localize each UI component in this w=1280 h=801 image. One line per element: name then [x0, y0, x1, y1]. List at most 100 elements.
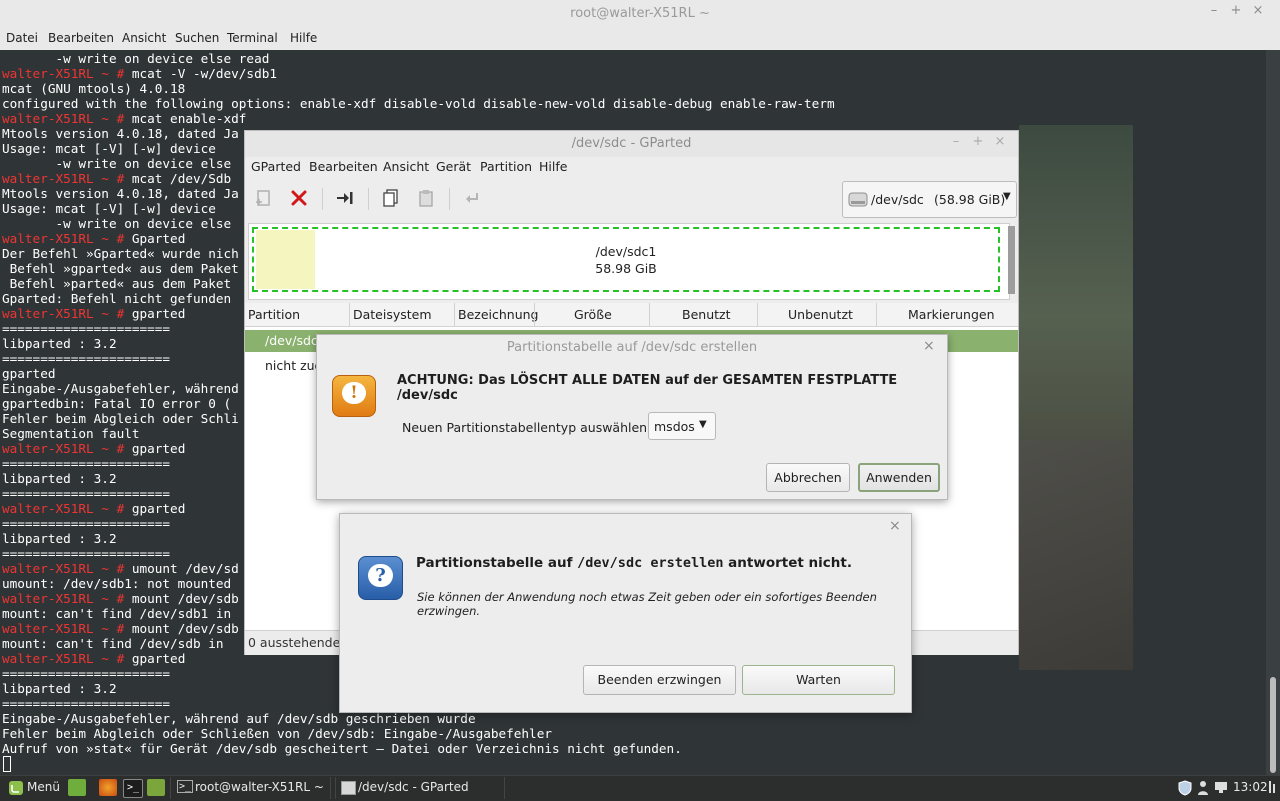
terminal-prompt: walter-X51RL ~ # [2, 561, 125, 576]
firefox-icon[interactable] [99, 779, 117, 796]
clock[interactable]: 13:02 [1233, 780, 1268, 794]
terminal-prompt: walter-X51RL ~ # [2, 111, 125, 126]
paste-icon[interactable] [415, 188, 437, 210]
menu-bearbeiten[interactable]: Bearbeiten [48, 31, 114, 45]
graph-scrollbar[interactable] [1008, 226, 1015, 294]
harddisk-icon [847, 188, 869, 213]
terminal-text: Usage: mcat [-V] [-w] device [2, 141, 216, 156]
force-quit-button[interactable]: Beenden erzwingen [583, 665, 736, 695]
copy-icon[interactable] [380, 188, 402, 210]
menu-partition[interactable]: Partition [480, 159, 532, 174]
terminal-text: Mtools version 4.0.18, dated Ja [2, 126, 239, 141]
menu-hilfe[interactable]: Hilfe [290, 31, 317, 45]
terminal-text: ====================== [2, 666, 171, 681]
network-icon[interactable] [1214, 780, 1228, 799]
menu-bearbeiten[interactable]: Bearbeiten [309, 159, 378, 174]
start-menu-button[interactable]: Menü [27, 780, 60, 794]
menu-geraet[interactable]: Gerät [436, 159, 471, 174]
menu-suchen[interactable]: Suchen [175, 31, 219, 45]
task-label: root@walter-X51RL ~ [195, 780, 324, 794]
terminal-text: gparted [124, 441, 186, 456]
menu-hilfe[interactable]: Hilfe [539, 159, 567, 174]
maximize-button[interactable]: + [967, 134, 989, 149]
not-responding-message: Sie können der Anwendung noch etwas Zeit… [417, 590, 877, 618]
terminal-text: Gparted: Befehl nicht gefunden [2, 291, 232, 306]
terminal-text: libparted : 3.2 [2, 471, 117, 486]
column-header[interactable]: Dateisystem [353, 307, 432, 322]
chevron-down-icon: ▼ [699, 419, 707, 430]
terminal-cursor [3, 756, 11, 772]
wait-button[interactable]: Warten [742, 665, 895, 695]
column-header[interactable]: Markierungen [908, 307, 995, 322]
files-icon[interactable] [147, 779, 165, 796]
terminal-text: ====================== [2, 696, 171, 711]
terminal-text: ====================== [2, 546, 171, 561]
terminal-output-line: -w write on device else read [2, 51, 835, 66]
column-header[interactable]: Partition [248, 307, 300, 322]
cancel-button[interactable]: Abbrechen [766, 463, 850, 492]
task-terminal[interactable]: >_ root@walter-X51RL ~ [170, 777, 331, 799]
terminal-prompt: walter-X51RL ~ # [2, 171, 125, 186]
terminal-launcher-icon[interactable]: >_ [123, 779, 143, 798]
terminal-text: Befehl »gparted« aus dem Paket [2, 261, 239, 276]
desktop-background-house [1019, 440, 1133, 670]
terminal-output-line: Fehler beim Abgleich oder Schließen von … [2, 726, 835, 741]
toolbar-separator [368, 188, 369, 210]
menu-ansicht[interactable]: Ansicht [383, 159, 429, 174]
show-desktop-icon[interactable] [68, 779, 86, 796]
gparted-menubar: GParted Bearbeiten Ansicht Gerät Partiti… [245, 157, 1018, 179]
minimize-button[interactable]: – [1203, 3, 1225, 18]
close-button[interactable]: × [889, 518, 901, 534]
delete-icon[interactable] [288, 188, 310, 210]
terminal-prompt: walter-X51RL ~ # [2, 306, 125, 321]
terminal-text: gparted [124, 651, 186, 666]
terminal-text: mcat (GNU mtools) 4.0.18 [2, 81, 186, 96]
new-partition-icon[interactable] [253, 188, 275, 210]
undo-icon[interactable] [461, 188, 483, 210]
terminal-text: Segmentation fault [2, 426, 140, 441]
shield-icon[interactable] [1178, 780, 1192, 799]
device-name: /dev/sdc [871, 192, 924, 207]
minimize-button[interactable]: – [945, 134, 967, 149]
table-type-label: Neuen Partitionstabellentyp auswählen: [402, 420, 652, 435]
table-type-select[interactable]: msdos ▼ [648, 412, 716, 440]
close-button[interactable]: × [1247, 3, 1269, 18]
maximize-button[interactable]: + [1225, 3, 1247, 18]
terminal-text: ====================== [2, 321, 171, 336]
column-header[interactable]: Unbenutzt [788, 307, 853, 322]
user-icon[interactable] [1197, 780, 1209, 799]
resize-move-icon[interactable] [334, 188, 356, 210]
toolbar-separator [322, 188, 323, 210]
mint-logo-icon[interactable] [8, 780, 24, 799]
terminal-scrollbar[interactable] [1266, 50, 1280, 775]
close-button[interactable]: × [923, 338, 935, 354]
column-header[interactable]: Benutzt [682, 307, 730, 322]
terminal-text: mount: can't find /dev/sdb in [2, 636, 224, 651]
terminal-prompt: walter-X51RL ~ # [2, 651, 125, 666]
terminal-text: Fehler beim Abgleich oder Schließen von … [2, 726, 552, 741]
terminal-text: Gparted [124, 231, 186, 246]
partition-block[interactable]: /dev/sdc1 58.98 GiB [252, 227, 1000, 292]
task-gparted[interactable]: /dev/sdc - GParted [335, 777, 505, 799]
scrollbar-thumb[interactable] [1270, 677, 1276, 773]
terminal-output-line: configured with the following options: e… [2, 96, 835, 111]
apply-button[interactable]: Anwenden [858, 463, 940, 492]
sound-icon[interactable] [1268, 779, 1278, 798]
terminal-text: gparted [124, 501, 186, 516]
menu-gparted[interactable]: GParted [251, 159, 301, 174]
terminal-text: Fehler beim Abgleich oder Schli [2, 411, 239, 426]
terminal-text: libparted : 3.2 [2, 681, 117, 696]
column-header[interactable]: Größe [574, 307, 612, 322]
menu-datei[interactable]: Datei [6, 31, 38, 45]
gparted-small-icon [341, 781, 356, 795]
close-button[interactable]: × [989, 134, 1011, 149]
task-label: /dev/sdc - GParted [358, 780, 469, 794]
warning-message: ACHTUNG: Das LÖSCHT ALLE DATEN auf der G… [397, 373, 898, 403]
menu-ansicht[interactable]: Ansicht [122, 31, 166, 45]
menu-terminal[interactable]: Terminal [227, 31, 278, 45]
column-header[interactable]: Bezeichnung [458, 307, 539, 322]
device-size: (58.98 GiB) [934, 192, 1006, 207]
partition-graph-name: /dev/sdc1 [595, 244, 657, 259]
device-selector[interactable]: /dev/sdc (58.98 GiB) ▼ [842, 181, 1017, 218]
terminal-prompt: walter-X51RL ~ # [2, 501, 125, 516]
